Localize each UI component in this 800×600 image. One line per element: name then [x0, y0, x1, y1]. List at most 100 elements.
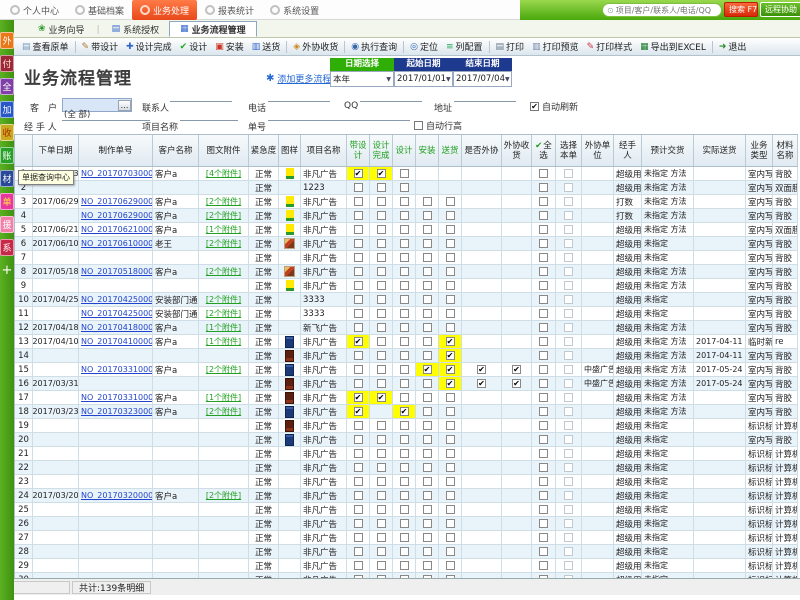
checkbox-icon[interactable]: [564, 463, 573, 472]
checkbox-icon[interactable]: [400, 197, 409, 206]
checkbox-icon[interactable]: [377, 239, 386, 248]
checkbox-icon[interactable]: [354, 323, 363, 332]
checkbox-icon[interactable]: [564, 519, 573, 528]
checkbox-icon[interactable]: [354, 547, 363, 556]
checkbox-icon[interactable]: [564, 547, 573, 556]
column-header-客户名称[interactable]: 客户名称: [153, 135, 199, 166]
checkbox-icon[interactable]: [564, 337, 573, 346]
checkbox-icon[interactable]: [423, 407, 432, 416]
checkbox-icon[interactable]: [564, 225, 573, 234]
checkbox-icon[interactable]: [446, 463, 455, 472]
toolbar-button-打印样式[interactable]: ✎打印样式: [583, 39, 637, 55]
checkbox-icon[interactable]: [446, 239, 455, 248]
checkbox-icon[interactable]: [423, 379, 432, 388]
checkbox-icon[interactable]: [539, 169, 548, 178]
checkbox-icon[interactable]: [539, 351, 548, 360]
table-row[interactable]: 132017/04/10NO_201704100001客户a[1个附件]正常非凡…: [15, 335, 798, 349]
tab-业务流程管理[interactable]: ▦业务流程管理: [169, 21, 257, 37]
checkbox-icon[interactable]: [564, 365, 573, 374]
checkbox-icon[interactable]: [400, 533, 409, 542]
order-number-link[interactable]: NO_201706100001: [81, 239, 153, 248]
checkbox-icon[interactable]: [539, 505, 548, 514]
checkbox-icon[interactable]: [377, 365, 386, 374]
table-row[interactable]: 29正常非凡广告超级用户未指定标识标牌计算机: [15, 559, 798, 573]
checkbox-icon[interactable]: [400, 379, 409, 388]
table-row[interactable]: 19正常非凡广告超级用户未指定标识标牌计算机: [15, 419, 798, 433]
checkbox-icon[interactable]: [539, 547, 548, 556]
column-header-材料名称[interactable]: 材料名称: [773, 135, 798, 166]
checkbox-icon[interactable]: [354, 435, 363, 444]
checkbox-icon[interactable]: [377, 519, 386, 528]
checkbox-icon[interactable]: [423, 561, 432, 570]
attachments-link[interactable]: [2个附件]: [206, 210, 241, 221]
checkbox-icon[interactable]: [377, 197, 386, 206]
column-header-选择本单[interactable]: 选择本单: [556, 135, 582, 166]
checkbox-icon[interactable]: [446, 421, 455, 430]
table-row[interactable]: 4NO_201706290001客户a[2个附件]正常非凡广告打数未指定 方法室…: [15, 209, 798, 223]
attachments-link[interactable]: [1个附件]: [206, 392, 241, 403]
table-row[interactable]: 26正常非凡广告超级用户未指定标识标牌计算机: [15, 517, 798, 531]
column-header-制作单号[interactable]: 制作单号: [79, 135, 153, 166]
checkbox-icon[interactable]: [400, 295, 409, 304]
module-tab-系统设置[interactable]: 系统设置: [262, 0, 327, 20]
checkbox-icon[interactable]: [446, 519, 455, 528]
toolbar-button-查看原单[interactable]: ▤查看原单: [18, 39, 73, 55]
checkbox-icon[interactable]: [423, 239, 432, 248]
module-tab-业务处理[interactable]: 业务处理: [132, 0, 197, 20]
checkbox-icon[interactable]: [446, 435, 455, 444]
table-row[interactable]: 27正常非凡广告超级用户未指定标识标牌计算机: [15, 531, 798, 545]
start-date-select[interactable]: 2017/01/01▼: [394, 71, 453, 87]
order-number-link[interactable]: NO_201703310001: [81, 393, 153, 402]
checkbox-icon[interactable]: [400, 365, 409, 374]
checkbox-icon[interactable]: [564, 169, 573, 178]
checkbox-icon[interactable]: [354, 351, 363, 360]
checkbox-icon[interactable]: [377, 533, 386, 542]
column-header-是否外协[interactable]: 是否外协: [462, 135, 502, 166]
qq-input[interactable]: [360, 89, 422, 102]
column-header-项目名称[interactable]: 项目名称: [301, 135, 347, 166]
add-more-flows-link[interactable]: ✱ 添加更多流程: [266, 72, 331, 85]
toolbar-button-执行查询[interactable]: ◉执行查询: [347, 39, 401, 55]
checkbox-icon[interactable]: [446, 253, 455, 262]
table-row[interactable]: 122017/04/18NO_201704180001客户a[1个附件]正常新飞…: [15, 321, 798, 335]
table-row[interactable]: 102017/04/25NO_201704250002安装部门通用[2个附件]正…: [15, 293, 798, 307]
checkbox-icon[interactable]: [446, 393, 455, 402]
checkbox-icon[interactable]: [354, 183, 363, 192]
checkbox-icon[interactable]: [400, 253, 409, 262]
sidebar-shortcut-材[interactable]: 材: [0, 170, 14, 187]
search-button[interactable]: 搜索 F7: [724, 2, 758, 17]
checkbox-icon[interactable]: [354, 197, 363, 206]
column-header-设计[interactable]: 设计: [393, 135, 416, 166]
checkbox-icon[interactable]: [400, 309, 409, 318]
checkbox-icon[interactable]: [354, 421, 363, 430]
checkbox-icon[interactable]: [446, 281, 455, 290]
checkbox-icon[interactable]: [564, 561, 573, 570]
checkbox-icon[interactable]: [564, 323, 573, 332]
checkbox-icon[interactable]: [354, 477, 363, 486]
checkbox-icon[interactable]: [423, 491, 432, 500]
sidebar-shortcut-系[interactable]: 系: [0, 239, 14, 256]
checkbox-icon[interactable]: [564, 533, 573, 542]
checkbox-icon[interactable]: [400, 463, 409, 472]
checkbox-icon[interactable]: [564, 295, 573, 304]
checkbox-icon[interactable]: [400, 561, 409, 570]
checkbox-icon[interactable]: [564, 211, 573, 220]
toolbar-button-安装[interactable]: ▣安装: [211, 39, 248, 55]
checkbox-icon[interactable]: [564, 393, 573, 402]
sidebar-shortcut-全[interactable]: 全: [0, 78, 14, 95]
checkbox-icon[interactable]: [564, 505, 573, 514]
checkbox-icon[interactable]: [423, 323, 432, 332]
checkbox-icon[interactable]: [564, 267, 573, 276]
checkbox-icon[interactable]: [423, 533, 432, 542]
global-search-input[interactable]: [616, 6, 716, 15]
order-no-input[interactable]: [268, 108, 410, 121]
column-header-全选[interactable]: ✔全选: [532, 135, 556, 166]
date-mode-select[interactable]: 本年▼: [330, 71, 394, 87]
checkbox-icon[interactable]: [423, 449, 432, 458]
checkbox-icon[interactable]: [400, 421, 409, 430]
checkbox-icon[interactable]: [446, 533, 455, 542]
table-row[interactable]: 20正常非凡广告超级用户未指定室内写真背胶: [15, 433, 798, 447]
checkbox-icon[interactable]: [539, 211, 548, 220]
checkbox-icon[interactable]: [423, 267, 432, 276]
checkbox-icon[interactable]: [423, 225, 432, 234]
